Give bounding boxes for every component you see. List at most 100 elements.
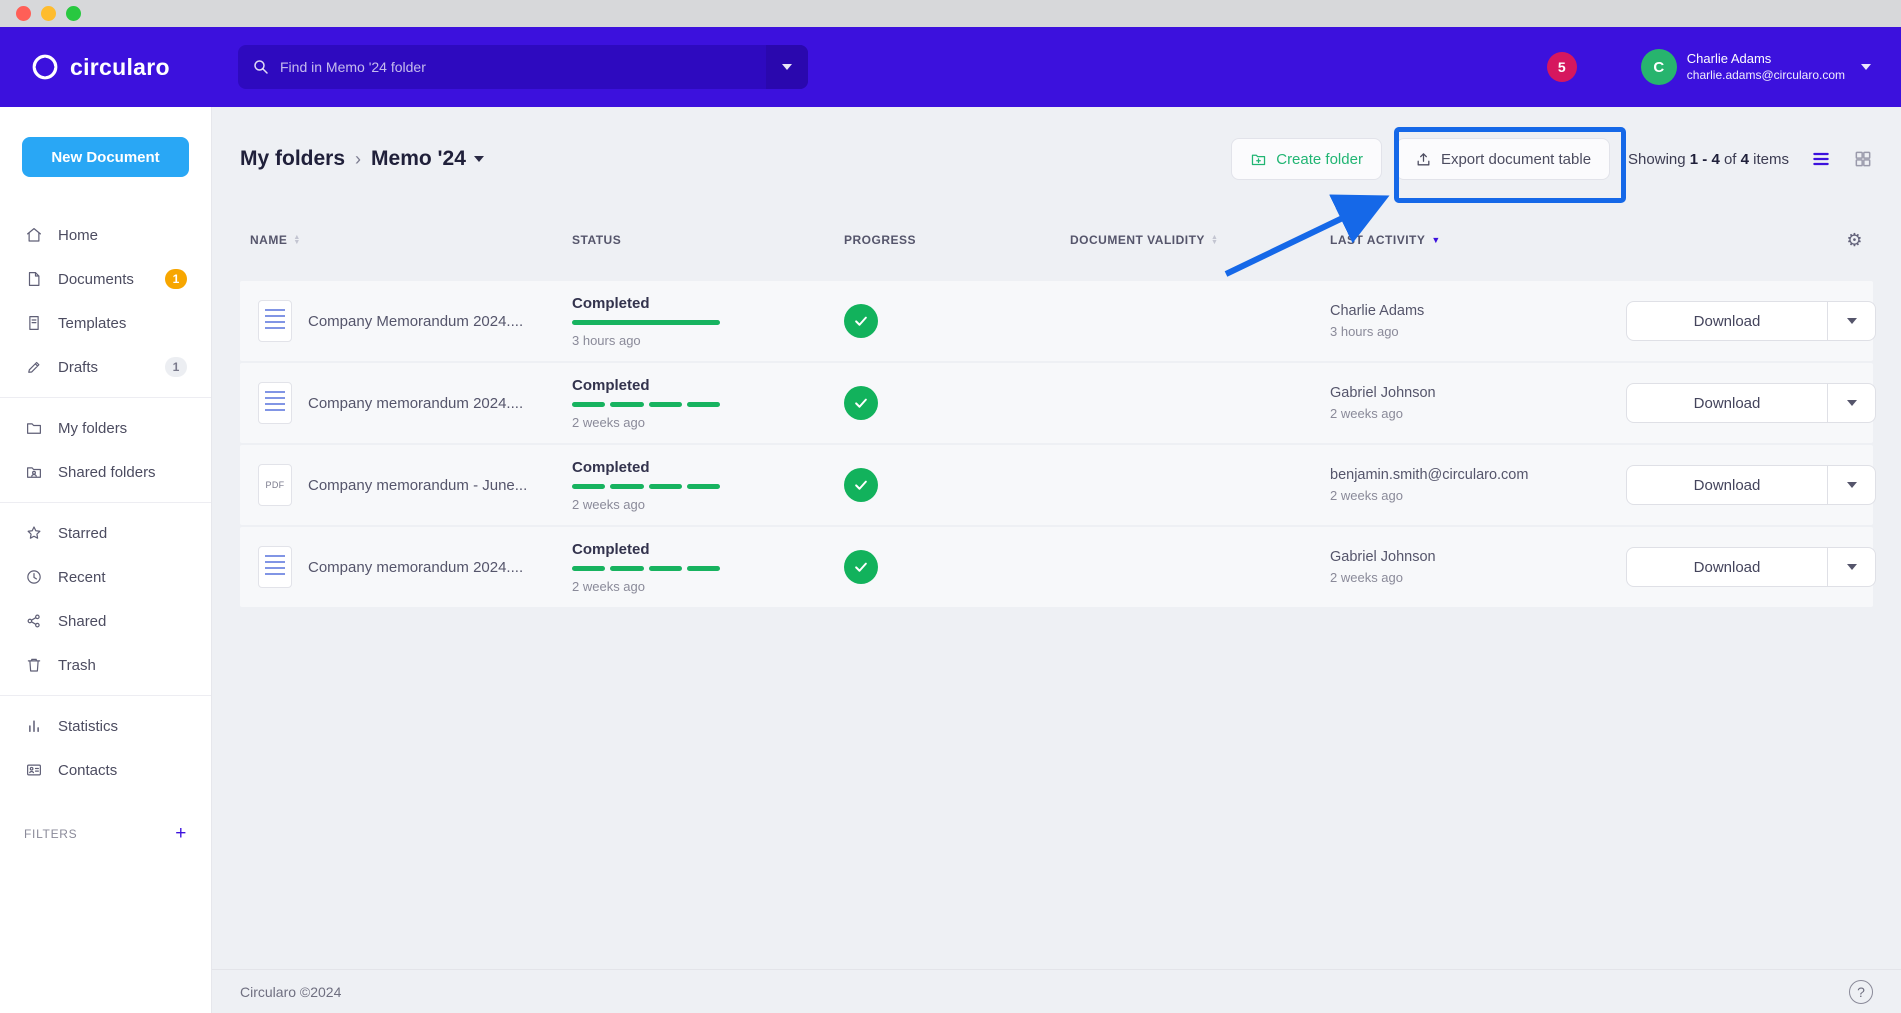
user-menu[interactable]: C Charlie Adams charlie.adams@circularo.… [1641, 49, 1871, 85]
sidebar-item-starred[interactable]: Starred [0, 511, 211, 555]
table-row[interactable]: Company memorandum 2024.... Completed 2 … [240, 363, 1873, 443]
folder-plus-icon [1250, 151, 1267, 168]
sidebar-item-contacts[interactable]: Contacts [0, 748, 211, 792]
progress-cell [844, 304, 1070, 338]
minimize-window-button[interactable] [41, 6, 56, 21]
download-button[interactable]: Download [1627, 384, 1827, 422]
showing-range: 1 - 4 [1690, 151, 1720, 168]
sidebar-item-trash[interactable]: Trash [0, 643, 211, 687]
download-split-button: Download [1626, 465, 1876, 505]
table-header: NAME ▲▼ STATUS PROGRESS DOCUMENT VALIDIT… [240, 223, 1873, 257]
home-icon [24, 225, 44, 245]
sidebar-item-label: Starred [58, 525, 107, 542]
document-name-cell: Company memorandum 2024.... [250, 382, 572, 424]
sidebar-item-templates[interactable]: Templates [0, 301, 211, 345]
chevron-down-icon [1847, 482, 1857, 488]
activity-time: 2 weeks ago [1330, 488, 1626, 503]
sidebar-item-label: Trash [58, 657, 96, 674]
column-header-document-validity[interactable]: DOCUMENT VALIDITY ▲▼ [1070, 233, 1330, 247]
progress-cell [844, 550, 1070, 584]
sidebar-item-shared[interactable]: Shared [0, 599, 211, 643]
zoom-window-button[interactable] [66, 6, 81, 21]
shared-folder-icon [24, 462, 44, 482]
download-options-button[interactable] [1827, 548, 1875, 586]
share-icon [24, 611, 44, 631]
circularo-logo-icon [30, 52, 60, 82]
activity-user: Charlie Adams [1330, 303, 1626, 319]
user-name: Charlie Adams [1687, 51, 1845, 68]
footer: Circularo ©2024 ? [212, 969, 1901, 1013]
search-icon [252, 58, 270, 76]
activity-time: 2 weeks ago [1330, 570, 1626, 585]
table-row[interactable]: Company memorandum 2024.... Completed 2 … [240, 527, 1873, 607]
download-button[interactable]: Download [1627, 548, 1827, 586]
sidebar-item-label: Drafts [58, 359, 98, 376]
filters-label: FILTERS [24, 827, 77, 841]
completed-check-icon [844, 386, 878, 420]
document-name: Company memorandum 2024.... [308, 559, 523, 576]
sidebar-item-recent[interactable]: Recent [0, 555, 211, 599]
create-folder-label: Create folder [1276, 151, 1363, 168]
breadcrumb-my-folders[interactable]: My folders [240, 147, 345, 171]
download-options-button[interactable] [1827, 302, 1875, 340]
sidebar-item-shared-folders[interactable]: Shared folders [0, 450, 211, 494]
completed-check-icon [844, 550, 878, 584]
column-header-status[interactable]: STATUS [572, 233, 844, 247]
search-scope-dropdown[interactable] [766, 45, 808, 89]
sidebar-item-documents[interactable]: Documents 1 [0, 257, 211, 301]
last-activity-cell: benjamin.smith@circularo.com 2 weeks ago [1330, 467, 1626, 503]
add-filter-button[interactable]: + [175, 824, 187, 843]
progress-bar [572, 484, 720, 489]
brand-name: circularo [70, 54, 170, 81]
table-row[interactable]: PDF Company memorandum - June... Complet… [240, 445, 1873, 525]
download-split-button: Download [1626, 547, 1876, 587]
help-button[interactable]: ? [1849, 980, 1873, 1004]
document-file-icon [258, 546, 292, 588]
contact-card-icon [24, 760, 44, 780]
chevron-down-icon [474, 156, 484, 162]
brand-logo[interactable]: circularo [30, 52, 190, 82]
sidebar-item-statistics[interactable]: Statistics [0, 704, 211, 748]
pdf-label: PDF [266, 480, 285, 490]
app-header: circularo 5 C Charlie Adams charlie.adam… [0, 27, 1901, 107]
status-time: 2 weeks ago [572, 579, 844, 594]
grid-view-icon[interactable] [1853, 149, 1873, 169]
new-document-button[interactable]: New Document [22, 137, 189, 177]
chevron-down-icon [1861, 64, 1871, 70]
table-settings-button[interactable]: ⚙ [1626, 230, 1873, 251]
status-label: Completed [572, 295, 844, 312]
search-input[interactable] [280, 59, 766, 75]
header-right: 5 C Charlie Adams charlie.adams@circular… [1547, 49, 1871, 85]
breadcrumb-current-folder[interactable]: Memo '24 [371, 147, 484, 171]
chevron-down-icon [782, 64, 792, 70]
list-view-icon[interactable] [1811, 149, 1831, 169]
sidebar-item-home[interactable]: Home [0, 213, 211, 257]
sidebar-item-drafts[interactable]: Drafts 1 [0, 345, 211, 389]
close-window-button[interactable] [16, 6, 31, 21]
progress-bar [572, 402, 720, 407]
download-options-button[interactable] [1827, 384, 1875, 422]
chevron-down-icon [1847, 564, 1857, 570]
download-options-button[interactable] [1827, 466, 1875, 504]
document-name: Company memorandum - June... [308, 477, 527, 494]
breadcrumb-current-label: Memo '24 [371, 147, 466, 171]
download-button[interactable]: Download [1627, 466, 1827, 504]
sidebar-item-my-folders[interactable]: My folders [0, 406, 211, 450]
export-document-table-button[interactable]: Export document table [1396, 138, 1610, 180]
column-header-progress[interactable]: PROGRESS [844, 233, 1070, 247]
drafts-count-badge: 1 [165, 357, 187, 377]
column-header-last-activity[interactable]: LAST ACTIVITY ▼ [1330, 233, 1626, 247]
column-header-name[interactable]: NAME ▲▼ [250, 233, 572, 247]
document-list: Company Memorandum 2024.... Completed 3 … [240, 281, 1873, 609]
showing-items-text: Showing 1 - 4 of 4 items [1628, 151, 1789, 168]
macos-titlebar [0, 0, 1901, 27]
edit-pencil-icon [24, 357, 44, 377]
clock-icon [24, 567, 44, 587]
create-folder-button[interactable]: Create folder [1231, 138, 1382, 180]
notification-badge[interactable]: 5 [1547, 52, 1577, 82]
completed-check-icon [844, 468, 878, 502]
chevron-down-icon [1847, 400, 1857, 406]
table-row[interactable]: Company Memorandum 2024.... Completed 3 … [240, 281, 1873, 361]
divider [0, 397, 211, 398]
download-button[interactable]: Download [1627, 302, 1827, 340]
